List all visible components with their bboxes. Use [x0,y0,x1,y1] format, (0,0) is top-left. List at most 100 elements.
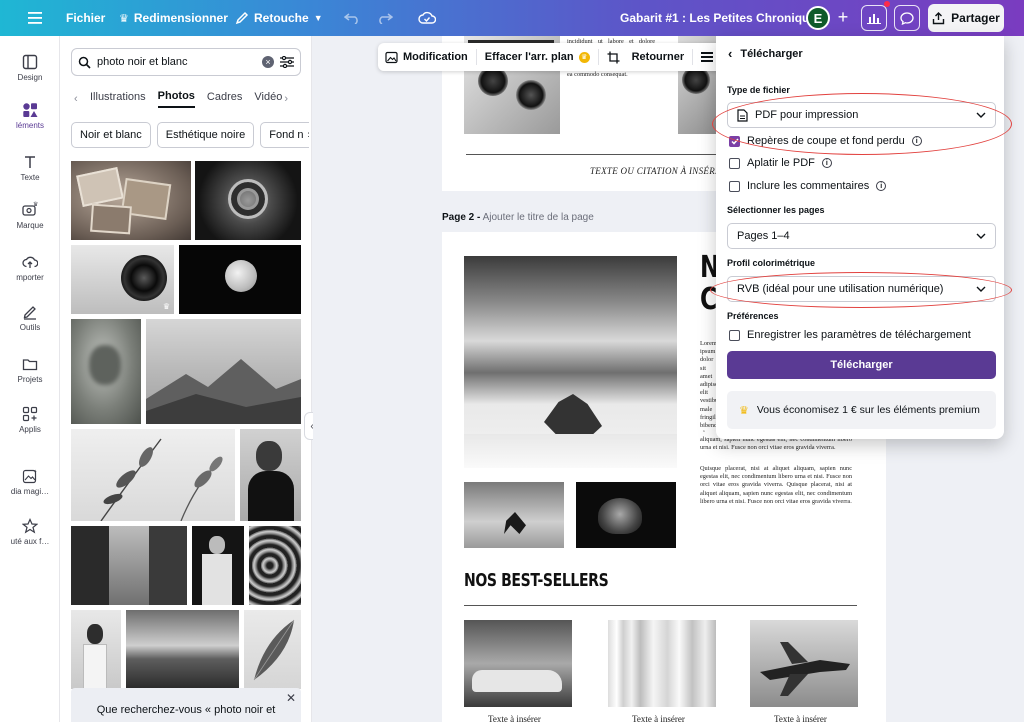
photo-camera-lens[interactable]: ♛ [71,245,174,314]
undo-icon [344,13,358,24]
rail-import[interactable]: mporter [0,254,60,282]
chevron-left-icon[interactable]: ‹ [74,93,90,105]
rail-apps[interactable]: Applis [0,406,60,434]
tab-photos[interactable]: Photos [157,90,195,108]
plane-shape [760,642,850,696]
file-type-select[interactable]: PDF pour impression [727,102,996,128]
resize-button[interactable]: ♛ Redimensionner [119,0,228,36]
tab-illustrations[interactable]: Illustrations [90,91,146,107]
page-2-label[interactable]: Page 2 - Ajouter le titre de la page [442,212,594,223]
photo-street[interactable] [71,526,187,605]
photo-moon[interactable] [179,245,301,314]
bestseller-caption-2[interactable]: Texte à insérer [632,714,685,722]
crop-marks-checkbox[interactable] [729,135,740,147]
image-edit-icon [385,51,398,63]
share-button[interactable]: Partager [928,4,1004,32]
rail-text[interactable]: Texte [0,154,60,182]
info-icon[interactable]: i [911,136,922,146]
bestseller-photo-car[interactable] [464,620,572,707]
search-input[interactable] [97,56,256,68]
photo-leaf[interactable] [244,610,301,689]
clear-search-icon[interactable]: × [262,56,274,68]
rail-tools[interactable]: Outils [0,304,60,332]
save-settings-checkbox-row[interactable]: Enregistrer les paramètres de télécharge… [729,329,971,341]
bar-chart-icon [867,14,881,24]
rail-brand[interactable]: ♛ Marque [0,200,60,230]
pages-select[interactable]: Pages 1–4 [727,223,996,249]
document-title[interactable]: Gabarit #1 : Les Petites Chroniques [620,0,823,36]
photo-plants[interactable] [71,429,235,521]
add-page-title[interactable]: Ajouter le titre de la page [483,212,594,223]
info-icon[interactable]: i [876,181,887,191]
cloud-upload-icon [22,256,38,268]
photo-sea-sky[interactable] [126,610,239,689]
photo-woman-portrait[interactable] [240,429,301,521]
page2-photo-cat[interactable] [576,482,676,548]
remove-background-button[interactable]: Effacer l'arr. plan ♛ [485,51,590,63]
add-collaborator-button[interactable]: + [832,6,854,28]
svg-text:♛: ♛ [33,201,38,208]
close-icon[interactable]: ✕ [286,691,296,705]
photo-vintage-prints[interactable] [71,161,191,240]
photo-man-suit[interactable] [192,526,244,605]
flatten-pdf-checkbox-row[interactable]: Aplatir le PDF i [729,157,832,169]
flatten-pdf-checkbox[interactable] [729,157,740,169]
include-comments-checkbox-row[interactable]: Inclure les commentaires i [729,180,887,192]
photo-woman-standing[interactable] [71,610,121,689]
pencil-icon [235,11,249,25]
edit-image-button[interactable]: Modification [378,51,468,64]
rail-projects[interactable]: Projets [0,356,60,384]
rail-elements[interactable]: léments [0,102,60,130]
insights-button[interactable] [861,5,887,31]
rail-design[interactable]: Design [0,54,60,82]
avatar[interactable]: E [806,6,830,30]
page2-text-column-c[interactable]: Quisque placerat, nisi at aliquet aliqua… [700,465,852,506]
svg-text:✦: ✦ [33,469,37,475]
page2-photo-dancer[interactable] [464,482,564,548]
flip-button[interactable]: Retourner [632,51,685,63]
filter-icon[interactable] [280,56,294,68]
left-rail: Design léments Texte ♛ Marque mporter Ou… [0,36,60,722]
menu-icon[interactable] [28,0,42,36]
bestsellers-heading[interactable]: NOS BEST-SELLERS [464,570,609,591]
tab-videos[interactable]: Vidéo [254,91,282,107]
download-header[interactable]: ‹ Télécharger [728,46,803,61]
page1-caption[interactable]: TEXTE OU CITATION À INSÉRER [590,166,727,176]
cloud-saved-button[interactable] [418,0,436,36]
photo-mountains[interactable] [146,319,301,424]
more-options-icon[interactable] [701,52,714,62]
back-chevron-icon[interactable]: ‹ [728,46,732,61]
rail-magic-media[interactable]: ✦ dia magi… [0,468,60,496]
bestseller-photo-plane[interactable] [750,620,858,707]
layout-icon [22,54,38,70]
chevron-down-icon [976,283,986,295]
rail-starred[interactable]: uté aux f… [0,518,60,546]
tab-frames[interactable]: Cadres [207,91,242,107]
bestseller-photo-forest[interactable] [608,620,716,707]
include-comments-checkbox[interactable] [729,180,740,192]
photo-rose[interactable] [195,161,301,240]
crop-marks-checkbox-row[interactable]: Repères de coupe et fond perdu i [729,135,922,147]
retouch-menu[interactable]: Retouche ▼ [235,0,323,36]
redo-button[interactable] [377,0,393,36]
file-menu[interactable]: Fichier [66,0,105,36]
chip-esthetique-noire[interactable]: Esthétique noire [156,122,255,148]
download-button[interactable]: Télécharger [727,351,996,379]
chevron-right-icon[interactable]: › [284,93,300,105]
page2-divider [464,605,857,606]
info-icon[interactable]: i [821,158,832,168]
bestseller-caption-1[interactable]: Texte à insérer [488,714,541,722]
comments-button[interactable] [894,5,920,31]
undo-button[interactable] [344,0,360,36]
photo-blurred-portrait[interactable] [71,319,141,424]
chip-noir-et-blanc[interactable]: Noir et blanc [71,122,151,148]
search-box[interactable]: × [71,48,301,76]
chip-fond-noir[interactable]: Fond n› [260,122,309,148]
crop-button[interactable] [607,51,620,64]
page2-photo-rock-desert[interactable] [464,256,677,468]
bestseller-caption-3[interactable]: Texte à insérer [774,714,827,722]
color-profile-select[interactable]: RVB (idéal pour une utilisation numériqu… [727,276,996,302]
photo-motion-blur[interactable] [249,526,301,605]
save-settings-checkbox[interactable] [729,329,740,341]
draw-icon [23,306,36,320]
